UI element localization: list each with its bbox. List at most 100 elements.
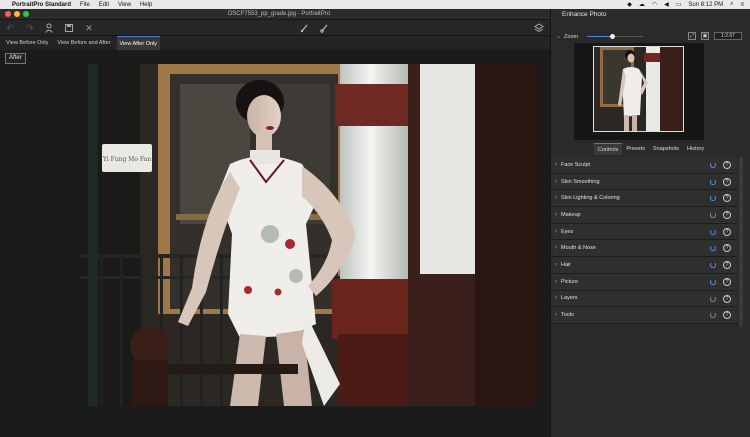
controls-sections: › Face Sculpt? › Skin Smoothing? › Skin Light… — [551, 157, 737, 324]
power-icon[interactable] — [710, 228, 716, 235]
chevron-down-icon[interactable]: ⌄ — [556, 33, 561, 40]
menu-app-name[interactable]: PortraitPro Standard — [12, 2, 71, 8]
portrait-photo[interactable]: Yi Fung Mo Fan — [80, 64, 537, 406]
section-makeup[interactable]: › Makeup? — [551, 207, 737, 224]
wifi-icon[interactable]: ◠ — [652, 1, 657, 8]
chevron-right-icon[interactable]: › — [551, 295, 561, 301]
tab-history[interactable]: History — [683, 143, 708, 155]
view-mode-tabs: View Before Only View Before and After V… — [0, 36, 557, 50]
help-icon[interactable]: ? — [723, 211, 731, 220]
zoom-label: Zoom — [564, 33, 579, 40]
help-icon[interactable]: ? — [723, 227, 731, 236]
navigator — [574, 43, 704, 140]
tab-controls[interactable]: Controls — [593, 143, 623, 155]
fit-to-window-icon[interactable]: ⤢ — [688, 32, 696, 40]
battery-icon[interactable]: ▭ — [676, 1, 682, 8]
section-label: Makeup — [561, 211, 581, 218]
section-label: Picture — [561, 278, 579, 285]
power-icon[interactable] — [710, 262, 716, 269]
section-picture[interactable]: › Picture? — [551, 273, 737, 291]
close-icon[interactable]: ✕ — [84, 23, 94, 33]
section-label: Tools — [561, 312, 574, 319]
menu-view[interactable]: View — [118, 2, 131, 8]
tab-view-after-only[interactable]: View After Only — [116, 36, 161, 50]
help-icon[interactable]: ? — [723, 161, 731, 169]
chevron-right-icon[interactable]: › — [551, 195, 561, 201]
section-label: Mouth & Nose — [561, 245, 596, 252]
menu-edit[interactable]: Edit — [99, 2, 109, 8]
navigator-thumbnail-graphic — [594, 47, 683, 131]
power-icon[interactable] — [710, 212, 716, 219]
undo-icon[interactable]: ↶ — [5, 23, 15, 33]
enhance-panel: Enhance Photo ⌄ Zoom ⤢ ▣ 1:2.67 Controls… — [550, 9, 750, 437]
tab-view-before-and-after[interactable]: View Before and After — [54, 36, 113, 50]
power-icon[interactable] — [710, 295, 716, 302]
restore-brush-icon[interactable] — [320, 23, 330, 33]
actual-size-icon[interactable]: ▣ — [701, 32, 709, 40]
window-title: DSCF7553_pp_grade.jpg - PortraitPro — [227, 11, 331, 17]
section-label: Layers — [561, 295, 578, 302]
help-icon[interactable]: ? — [723, 244, 731, 253]
help-icon[interactable]: ? — [723, 261, 731, 270]
zoom-value[interactable]: 1:2.67 — [714, 32, 742, 40]
section-eyes[interactable]: › Eyes? — [551, 223, 737, 241]
chevron-right-icon[interactable]: › — [551, 179, 561, 185]
power-icon[interactable] — [710, 162, 716, 168]
help-icon[interactable]: ? — [723, 277, 731, 286]
chevron-right-icon[interactable]: › — [551, 279, 561, 285]
after-label: After — [5, 53, 26, 64]
zoom-slider-fill — [587, 36, 613, 37]
mac-menubar: PortraitPro Standard File Edit View Help… — [0, 0, 750, 9]
power-icon[interactable] — [710, 245, 716, 252]
chevron-right-icon[interactable]: › — [551, 162, 561, 168]
chevron-right-icon[interactable]: › — [551, 262, 561, 268]
person-icon[interactable] — [44, 23, 54, 33]
menu-file[interactable]: File — [80, 2, 90, 8]
portrait-photo-graphic: Yi Fung Mo Fan — [80, 64, 537, 406]
dropbox-icon[interactable]: ◆ — [627, 1, 632, 8]
save-icon[interactable] — [64, 23, 74, 33]
section-skin-smoothing[interactable]: › Skin Smoothing? — [551, 173, 737, 191]
power-icon[interactable] — [710, 178, 716, 185]
chevron-right-icon[interactable]: › — [551, 245, 561, 251]
brush-icon[interactable] — [300, 23, 310, 33]
menu-list-icon[interactable]: ≡ — [740, 2, 744, 8]
panel-scrollbar[interactable] — [739, 157, 743, 327]
chevron-right-icon[interactable]: › — [551, 229, 561, 235]
menu-help[interactable]: Help — [140, 2, 152, 8]
tab-view-before-only[interactable]: View Before Only — [3, 36, 51, 50]
help-icon[interactable]: ? — [723, 311, 731, 320]
section-mouth-nose[interactable]: › Mouth & Nose? — [551, 240, 737, 258]
power-icon[interactable] — [710, 278, 716, 285]
redo-icon[interactable]: ↷ — [25, 23, 35, 33]
search-icon[interactable]: ⌕ — [730, 1, 733, 8]
help-icon[interactable]: ? — [723, 294, 731, 303]
chevron-right-icon[interactable]: › — [551, 212, 561, 218]
layers-icon[interactable] — [534, 23, 544, 33]
section-layers[interactable]: › Layers? — [551, 290, 737, 308]
help-icon[interactable]: ? — [723, 194, 731, 203]
tab-snapshots[interactable]: Snapshots — [649, 143, 683, 155]
section-hair[interactable]: › Hair? — [551, 257, 737, 274]
clock[interactable]: Sun 8:12 PM — [688, 2, 723, 8]
section-label: Skin Lighting & Coloring — [561, 195, 620, 202]
section-label: Face Sculpt — [561, 161, 591, 168]
tab-presets[interactable]: Presets — [622, 143, 649, 155]
section-face-sculpt[interactable]: › Face Sculpt? — [551, 157, 737, 174]
section-skin-lighting-coloring[interactable]: › Skin Lighting & Coloring? — [551, 190, 737, 208]
section-label: Hair — [561, 261, 572, 268]
zoom-slider[interactable] — [587, 34, 643, 39]
cloud-icon[interactable]: ☁ — [639, 1, 645, 8]
power-icon[interactable] — [710, 195, 716, 202]
navigator-thumbnail[interactable] — [593, 46, 684, 132]
power-icon[interactable] — [710, 312, 716, 319]
zoom-slider-knob[interactable] — [609, 34, 615, 39]
main-toolbar: ↶ ↷ ✕ — [0, 20, 557, 36]
section-tools[interactable]: › Tools? — [551, 307, 737, 324]
volume-icon[interactable]: ◀ — [664, 1, 669, 8]
panel-tabs: Controls Presets Snapshots History — [551, 143, 750, 155]
section-label: Skin Smoothing — [561, 178, 600, 185]
panel-title: Enhance Photo — [551, 9, 750, 20]
help-icon[interactable]: ? — [723, 177, 731, 186]
chevron-right-icon[interactable]: › — [551, 312, 561, 318]
